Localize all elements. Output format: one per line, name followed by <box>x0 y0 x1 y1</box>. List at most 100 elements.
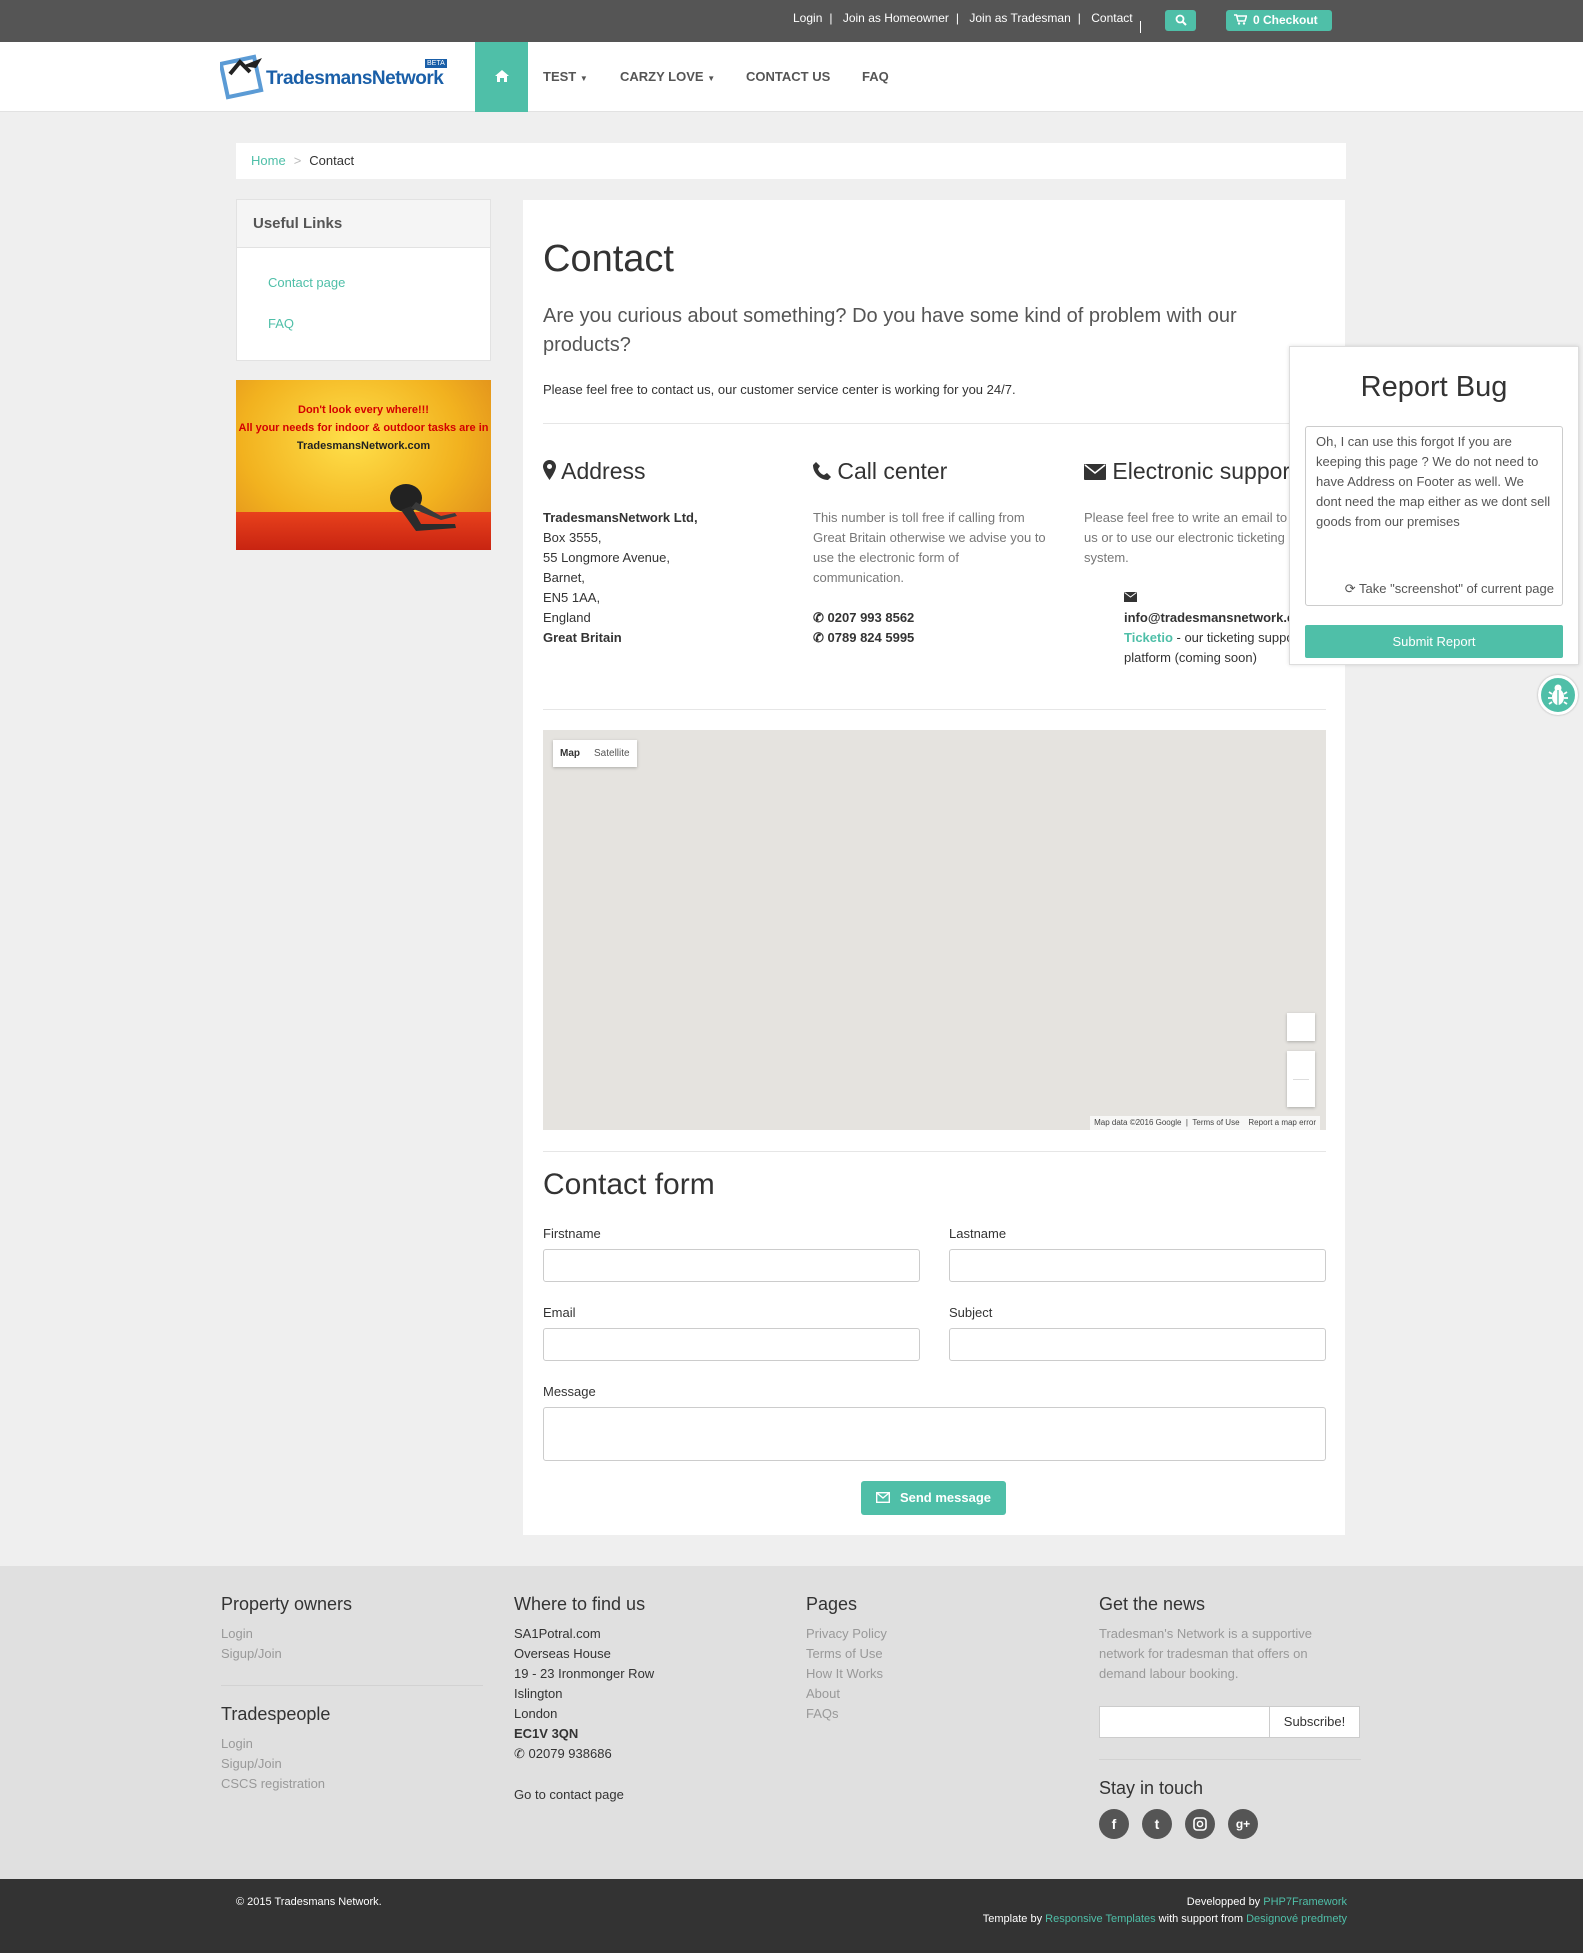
report-bug-toggle[interactable] <box>1538 675 1578 715</box>
stay-in-touch-heading: Stay in touch <box>1099 1778 1204 1798</box>
subject-input[interactable] <box>949 1328 1326 1361</box>
send-message-button[interactable]: Send message <box>861 1481 1006 1515</box>
zoom-control[interactable] <box>1287 1051 1315 1107</box>
call-center-heading-label: Call center <box>837 458 948 484</box>
address-line: Barnet, <box>543 570 585 585</box>
email-input[interactable] <box>543 1328 920 1361</box>
ticketio-link[interactable]: Ticketio <box>1124 630 1173 645</box>
map-terms-link[interactable]: Terms of Use <box>1192 1118 1239 1127</box>
logo-icon <box>220 54 264 100</box>
facebook-icon[interactable]: f <box>1099 1809 1129 1839</box>
about-link[interactable]: About <box>806 1686 840 1701</box>
phone-line-1[interactable]: ✆ 0207 993 8562 <box>813 608 914 628</box>
bug-icon <box>1548 684 1568 705</box>
designove-predmety-link[interactable]: Designové predmety <box>1246 1913 1347 1925</box>
trades-signup-link[interactable]: Sigup/Join <box>221 1756 282 1771</box>
page-title: Contact <box>543 238 674 280</box>
map-tab[interactable]: Map <box>553 740 587 767</box>
zoom-divider <box>1293 1079 1309 1080</box>
divider <box>221 1685 483 1686</box>
property-login-link[interactable]: Login <box>221 1626 253 1641</box>
newsletter-email-input[interactable] <box>1099 1706 1270 1738</box>
promo-banner[interactable]: Don't look every where!!! All your needs… <box>236 380 491 550</box>
responsive-templates-link[interactable]: Responsive Templates <box>1045 1913 1155 1925</box>
twitter-icon[interactable]: t <box>1142 1809 1172 1839</box>
banner-line-1: Don't look every where!!! <box>298 404 429 416</box>
join-homeowner-link[interactable]: Join as Homeowner <box>843 11 949 25</box>
footer-address-line: SA1Potral.com <box>514 1626 601 1641</box>
cscs-registration-link[interactable]: CSCS registration <box>221 1776 325 1791</box>
developed-by: Developped by PHP7Framework <box>1187 1896 1347 1908</box>
sidebar-link-faq[interactable]: FAQ <box>268 316 294 331</box>
call-center-text: This number is toll free if calling from… <box>813 510 1046 585</box>
privacy-policy-link[interactable]: Privacy Policy <box>806 1626 887 1641</box>
pages-heading: Pages <box>806 1594 858 1614</box>
electronic-support-heading: Electronic support <box>1084 458 1289 485</box>
copyright-bar: © 2015 Tradesmans Network. Developped by… <box>0 1879 1583 1953</box>
nav-item-test[interactable]: TEST ▼ <box>543 42 588 112</box>
screenshot-checkbox[interactable]: ⟳ Take "screenshot" of current page <box>1306 579 1562 599</box>
phone-icon: ✆ <box>813 610 824 625</box>
logo-badge: BETA <box>425 59 447 68</box>
main-navbar: TradesmansNetwork BETA TEST ▼ CARZY LOVE… <box>0 42 1583 112</box>
terms-of-use-link[interactable]: Terms of Use <box>806 1646 883 1661</box>
lastname-label: Lastname <box>949 1226 1007 1241</box>
go-to-contact-link[interactable]: Go to contact page <box>514 1787 624 1802</box>
search-button[interactable] <box>1165 10 1196 31</box>
php7framework-link[interactable]: PHP7Framework <box>1263 1896 1347 1908</box>
caret-down-icon: ▼ <box>579 74 588 83</box>
nav-item-carzy-love[interactable]: CARZY LOVE ▼ <box>620 42 715 112</box>
phone-icon <box>813 462 831 480</box>
faqs-link[interactable]: FAQs <box>806 1706 839 1721</box>
nav-item-faq[interactable]: FAQ <box>862 42 889 112</box>
firstname-input[interactable] <box>543 1249 920 1282</box>
join-tradesman-link[interactable]: Join as Tradesman <box>969 11 1070 25</box>
phone-line-2[interactable]: ✆ 0789 824 5995 <box>813 628 914 648</box>
message-label: Message <box>543 1384 596 1399</box>
subscribe-button[interactable]: Subscribe! <box>1269 1706 1360 1738</box>
site-logo[interactable]: TradesmansNetwork BETA <box>220 52 448 100</box>
how-it-works-link[interactable]: How It Works <box>806 1666 883 1681</box>
login-link[interactable]: Login <box>793 11 822 25</box>
google-map[interactable]: Map Satellite Map data ©2016 Google | Ter… <box>543 730 1326 1130</box>
send-message-label: Send message <box>899 1490 992 1505</box>
address-country: Great Britain <box>543 630 622 645</box>
tradespeople-heading: Tradespeople <box>221 1704 331 1724</box>
caret-down-icon: ▼ <box>707 74 716 83</box>
call-center-heading: Call center <box>813 458 947 485</box>
footer-address-line: Islington <box>514 1686 563 1701</box>
search-icon <box>1175 14 1187 26</box>
top-links: Login | Join as Homeowner | Join as Trades… <box>793 11 1133 25</box>
satellite-tab[interactable]: Satellite <box>587 740 637 767</box>
useful-links-title: Useful Links <box>237 200 490 248</box>
sidebar-link-contact-page[interactable]: Contact page <box>268 275 345 290</box>
message-textarea[interactable] <box>543 1407 1326 1461</box>
google-plus-icon[interactable]: g+ <box>1228 1809 1258 1839</box>
envelope-icon <box>1124 588 1137 608</box>
checkout-button[interactable]: 0 Checkout <box>1226 10 1332 31</box>
trades-login-link[interactable]: Login <box>221 1736 253 1751</box>
nav-item-label: CARZY LOVE <box>620 69 704 84</box>
logo-text: TradesmansNetwork <box>266 68 444 89</box>
map-report-link[interactable]: Report a map error <box>1248 1118 1316 1127</box>
breadcrumb-current: Contact <box>309 153 355 168</box>
nav-home-button[interactable] <box>475 42 528 112</box>
map-type-toggle: Map Satellite <box>553 740 637 767</box>
breadcrumb: Home > Contact <box>236 143 1346 179</box>
address-line: 55 Longmore Avenue, <box>543 550 670 565</box>
refresh-icon: ⟳ <box>1344 581 1356 596</box>
address-heading-label: Address <box>561 458 646 484</box>
bug-report-textarea[interactable]: Oh, I can use this forgot If you are kee… <box>1305 426 1563 606</box>
breadcrumb-home[interactable]: Home <box>251 153 286 168</box>
instagram-icon[interactable] <box>1185 1809 1215 1839</box>
nav-item-contact-us[interactable]: CONTACT US <box>746 42 830 112</box>
property-signup-link[interactable]: Sigup/Join <box>221 1646 282 1661</box>
street-view-control[interactable] <box>1287 1013 1315 1041</box>
lastname-input[interactable] <box>949 1249 1326 1282</box>
contact-link[interactable]: Contact <box>1091 11 1132 25</box>
banner-figure-image <box>390 484 457 531</box>
divider <box>1140 21 1141 33</box>
submit-report-button[interactable]: Submit Report <box>1305 625 1563 658</box>
envelope-icon <box>875 1491 890 1504</box>
support-email-link[interactable]: info@tradesmansnetwork.com <box>1124 608 1314 628</box>
